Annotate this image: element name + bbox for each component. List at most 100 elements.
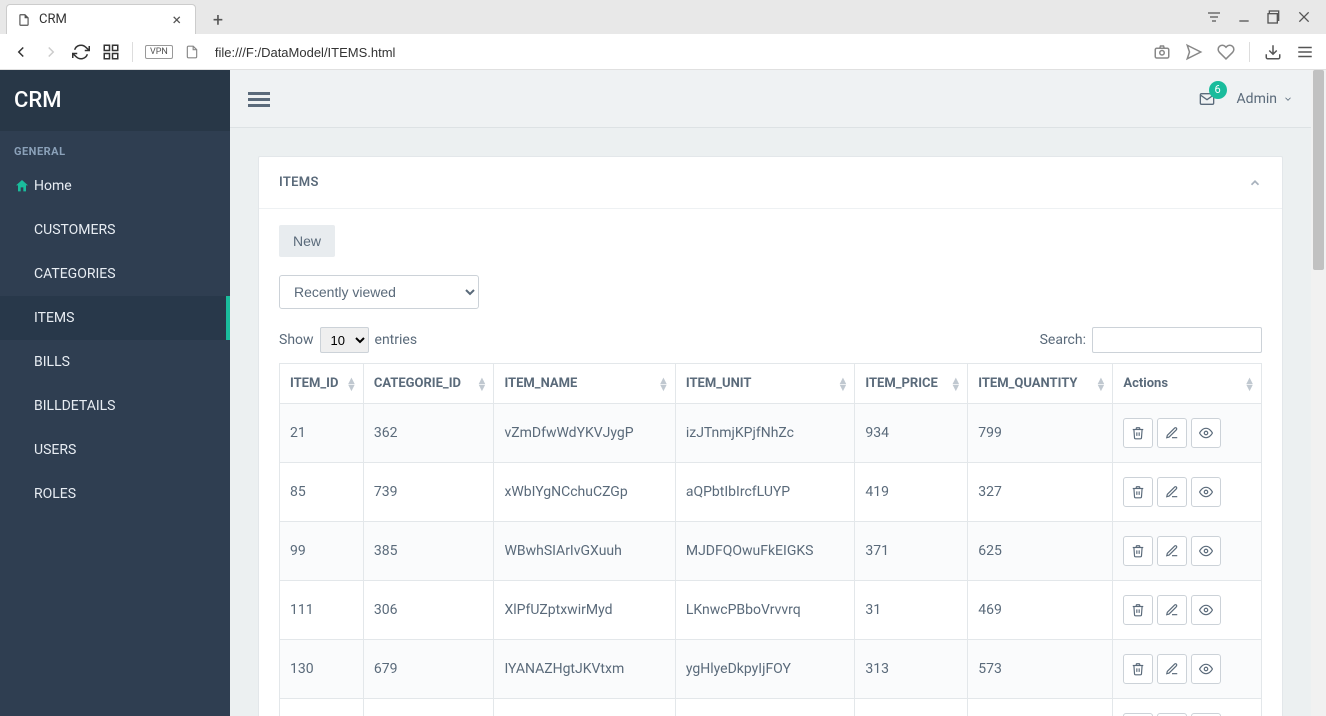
new-tab-button[interactable]: +: [204, 6, 232, 34]
column-header[interactable]: ITEM_QUANTITY▲▼: [968, 364, 1113, 404]
sidebar-item-items[interactable]: ITEMS: [0, 296, 230, 340]
search-label: Search:: [1040, 332, 1086, 348]
brand-title: CRM: [0, 70, 230, 131]
column-header[interactable]: CATEGORIE_ID▲▼: [363, 364, 494, 404]
heart-icon[interactable]: [1217, 43, 1235, 61]
trash-icon: [1131, 662, 1145, 676]
close-tab-icon[interactable]: ×: [168, 10, 185, 29]
column-label: ITEM_PRICE: [865, 376, 937, 391]
actions-cell: [1113, 699, 1262, 716]
page-icon: [185, 45, 199, 59]
column-label: Actions: [1123, 376, 1168, 391]
edit-button[interactable]: [1157, 418, 1187, 448]
topbar: 6 Admin: [230, 70, 1311, 128]
sort-icon: ▲▼: [1244, 377, 1255, 391]
table-cell: LKnwcPBboVrvvrq: [675, 581, 855, 640]
sidebar-item-users[interactable]: USERS: [0, 428, 230, 472]
sidebar-item-customers[interactable]: CUSTOMERS: [0, 208, 230, 252]
column-header[interactable]: ITEM_NAME ▲▼: [494, 364, 675, 404]
delete-button[interactable]: [1123, 654, 1153, 684]
table-cell: 306: [363, 581, 494, 640]
search-input[interactable]: [1092, 327, 1262, 353]
sidebar-item-billdetails[interactable]: BILLDETAILS: [0, 384, 230, 428]
filter-select[interactable]: Recently viewed: [279, 275, 479, 309]
edit-button[interactable]: [1157, 536, 1187, 566]
delete-button[interactable]: [1123, 418, 1153, 448]
collapse-icon[interactable]: [1248, 176, 1262, 190]
table-cell: 99: [280, 522, 364, 581]
view-button[interactable]: [1191, 418, 1221, 448]
pencil-icon: [1165, 544, 1179, 558]
table-cell: 168: [280, 699, 364, 716]
sidebar-item-roles[interactable]: ROLES: [0, 472, 230, 516]
pencil-icon: [1165, 662, 1179, 676]
maximize-icon[interactable]: [1266, 9, 1282, 25]
table-row: 130679IYANAZHgtJKVtxmygHlyeDkpyIjFOY3135…: [280, 640, 1262, 699]
table-cell: 21: [280, 404, 364, 463]
table-cell: 313: [855, 640, 968, 699]
apps-icon[interactable]: [102, 43, 120, 61]
sort-icon: ▲▼: [950, 377, 961, 391]
table-cell: 469: [968, 581, 1113, 640]
sidebar-item-categories[interactable]: CATEGORIES: [0, 252, 230, 296]
table-cell: 319: [363, 699, 494, 716]
column-header[interactable]: ITEM_ID▲▼: [280, 364, 364, 404]
window-close-icon[interactable]: [1296, 9, 1312, 25]
eye-icon: [1199, 485, 1213, 499]
sidebar-item-home[interactable]: Home: [0, 164, 230, 208]
edit-button[interactable]: [1157, 477, 1187, 507]
send-icon[interactable]: [1185, 43, 1203, 61]
reload-icon[interactable]: [72, 43, 90, 61]
snapshot-icon[interactable]: [1153, 43, 1171, 61]
new-button[interactable]: New: [279, 225, 335, 257]
browser-tab[interactable]: CRM ×: [6, 4, 196, 34]
length-select[interactable]: 10: [320, 327, 369, 353]
sort-icon: ▲▼: [658, 377, 669, 391]
column-header[interactable]: Actions ▲▼: [1113, 364, 1262, 404]
menu-icon[interactable]: [1296, 43, 1314, 61]
delete-button[interactable]: [1123, 536, 1153, 566]
scrollbar-thumb[interactable]: [1313, 70, 1324, 270]
delete-button[interactable]: [1123, 477, 1153, 507]
table-cell: 85: [280, 463, 364, 522]
scrollbar[interactable]: [1311, 70, 1326, 716]
sidebar-item-label: USERS: [34, 442, 76, 458]
user-menu[interactable]: Admin: [1237, 91, 1293, 107]
table-cell: WBwhSIArIvGXuuh: [494, 522, 675, 581]
url-input[interactable]: [211, 41, 1141, 64]
hamburger-icon[interactable]: [248, 89, 270, 109]
sidebar-item-bills[interactable]: BILLS: [0, 340, 230, 384]
table-cell: 362: [363, 404, 494, 463]
notifications-button[interactable]: 6: [1197, 91, 1217, 107]
chevron-down-icon: [1283, 94, 1293, 104]
sort-icon: ▲▼: [1095, 377, 1106, 391]
trash-icon: [1131, 426, 1145, 440]
view-button[interactable]: [1191, 654, 1221, 684]
edit-button[interactable]: [1157, 654, 1187, 684]
tabs-overview-icon[interactable]: [1206, 9, 1222, 25]
back-icon[interactable]: [12, 43, 30, 61]
forward-icon[interactable]: [42, 43, 60, 61]
view-button[interactable]: [1191, 595, 1221, 625]
minimize-icon[interactable]: [1236, 9, 1252, 25]
table-cell: yMEVCSLUbJtMnBh: [675, 699, 855, 716]
delete-button[interactable]: [1123, 595, 1153, 625]
column-label: ITEM_UNIT: [686, 376, 752, 391]
file-icon: [17, 13, 31, 27]
column-label: CATEGORIE_ID: [374, 376, 461, 391]
column-header[interactable]: ITEM_UNIT▲▼: [675, 364, 855, 404]
show-label: Show: [279, 332, 314, 348]
column-label: ITEM_NAME: [504, 376, 577, 391]
column-header[interactable]: ITEM_PRICE ▲▼: [855, 364, 968, 404]
vpn-badge[interactable]: VPN: [145, 45, 173, 59]
table-cell: izJTnmjKPjfNhZc: [675, 404, 855, 463]
table-cell: vZmDfwWdYKVJygP: [494, 404, 675, 463]
view-button[interactable]: [1191, 477, 1221, 507]
sidebar-item-label: CUSTOMERS: [34, 222, 115, 238]
download-icon[interactable]: [1264, 43, 1282, 61]
edit-button[interactable]: [1157, 595, 1187, 625]
view-button[interactable]: [1191, 536, 1221, 566]
tab-title: CRM: [39, 12, 67, 27]
table-cell: 684: [855, 699, 968, 716]
column-label: ITEM_ID: [290, 376, 338, 391]
